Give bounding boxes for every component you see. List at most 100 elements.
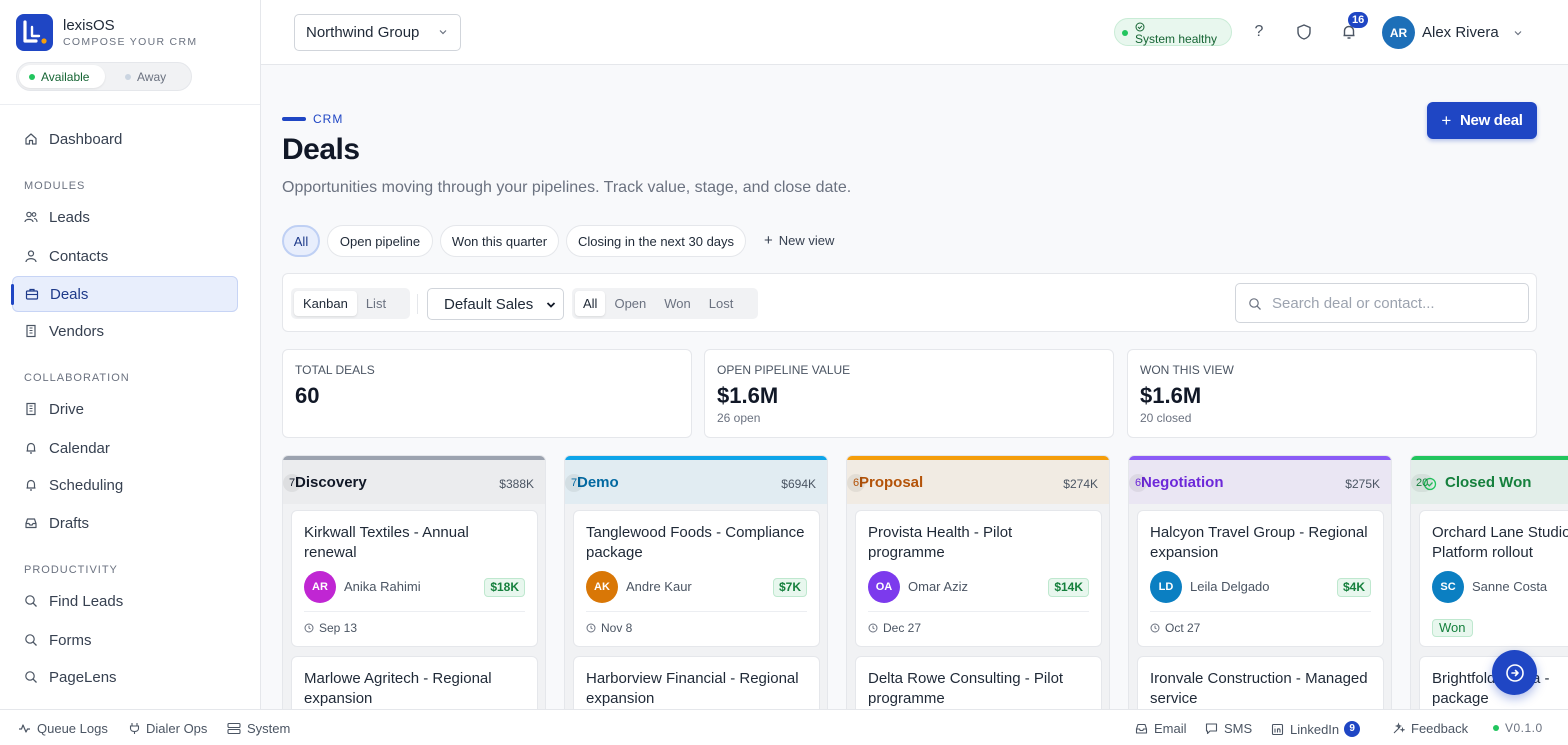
card-divider — [304, 611, 525, 612]
card-divider — [1150, 611, 1371, 612]
page-title: Deals — [282, 133, 360, 166]
sidebar-item-label: Drive — [49, 400, 85, 418]
kanban-column-header[interactable]: Demo 7 $694K — [565, 456, 827, 504]
plus-icon: + — [764, 232, 773, 249]
stat-value: $1.6M — [1140, 383, 1202, 408]
deal-close-date: Sep 13 — [304, 621, 357, 635]
view-chip-closing-30-days[interactable]: Closing in the next 30 days — [566, 225, 746, 257]
layout-list[interactable]: List — [357, 291, 395, 316]
deal-card[interactable]: Orchard Lane Studio - Platform rollout SC… — [1419, 510, 1568, 647]
kanban-column-total: $388K — [499, 477, 534, 491]
deal-card[interactable]: Halcyon Travel Group - Regional expansio… — [1137, 510, 1384, 647]
deal-card[interactable]: Tanglewood Foods - Compliance package AK A… — [573, 510, 820, 647]
sidebar-item-vendors[interactable]: Vendors — [12, 313, 238, 349]
assistant-fab[interactable] — [1492, 650, 1537, 695]
section-label-modules: MODULES — [24, 180, 86, 192]
avatar: OA — [868, 571, 900, 603]
security-button[interactable] — [1294, 22, 1314, 42]
search-placeholder: Search deal or contact... — [1272, 294, 1435, 312]
sidebar-item-deals[interactable]: Deals — [11, 276, 238, 312]
stat-card-total-deals: TOTAL DEALS 60 — [282, 349, 692, 438]
stat-value: 60 — [295, 383, 320, 408]
view-chip-won-this-quarter[interactable]: Won this quarter — [440, 225, 559, 257]
system-health-badge[interactable]: System healthy — [1114, 18, 1232, 46]
org-name: Northwind Group — [306, 24, 420, 41]
footer-sms[interactable]: SMS — [1205, 721, 1252, 736]
kanban-column: Discovery 7 $388K Kirkwall Textiles - Annua… — [282, 455, 546, 715]
status-filter: All Open Won Lost — [572, 288, 758, 319]
footer-label: SMS — [1224, 721, 1253, 736]
status-filter-won[interactable]: Won — [655, 291, 700, 316]
kanban-column: Closed Won 20 Orchard Lane Studio - Platfo… — [1410, 455, 1568, 715]
status-filter-open[interactable]: Open — [605, 291, 655, 316]
toolbar-divider — [417, 294, 418, 314]
view-chip-open-pipeline[interactable]: Open pipeline — [327, 225, 433, 257]
kanban-column-count: 7 — [283, 474, 301, 492]
deal-close-date: Dec 27 — [868, 621, 921, 635]
footer-system[interactable]: System — [227, 721, 290, 736]
sidebar-item-calendar[interactable]: Calendar — [12, 430, 238, 466]
deal-owner: Leila Delgado — [1190, 579, 1270, 594]
kanban-column-header[interactable]: Proposal 6 $274K — [847, 456, 1109, 504]
bell-icon — [24, 478, 38, 492]
deal-close-date-label: Oct 27 — [1165, 621, 1201, 635]
footer-feedback[interactable]: Feedback — [1392, 721, 1468, 736]
chevron-down-icon — [1514, 30, 1522, 35]
help-button[interactable]: ? — [1249, 22, 1269, 42]
org-switcher[interactable]: Northwind Group — [294, 14, 461, 51]
footer-linkedin[interactable]: LinkedIn 9 — [1271, 721, 1361, 737]
sidebar-item-drafts[interactable]: Drafts — [12, 505, 238, 541]
deal-card[interactable]: Provista Health - Pilot programme OA Omar … — [855, 510, 1102, 647]
deal-card[interactable]: Ironvale Construction - Managed service — [1137, 656, 1384, 714]
footer-email[interactable]: Email — [1135, 721, 1187, 736]
new-view-button[interactable]: + New view — [764, 232, 834, 249]
away-dot-icon — [125, 73, 131, 80]
card-divider — [586, 611, 807, 612]
brand[interactable]: lexisOS COMPOSE YOUR CRM — [16, 14, 197, 51]
sidebar-item-leads[interactable]: Leads — [12, 199, 238, 235]
chat-icon — [1505, 663, 1524, 682]
view-chip-all[interactable]: All — [282, 225, 320, 257]
deal-title: Kirkwall Textiles - Annual renewal — [304, 524, 469, 561]
sidebar-item-label: Find Leads — [49, 592, 124, 610]
kanban-column-header[interactable]: Closed Won 20 — [1411, 456, 1568, 504]
sidebar-item-forms[interactable]: Forms — [12, 622, 238, 658]
search-icon — [24, 633, 38, 647]
sidebar-item-pagelens[interactable]: PageLens — [12, 659, 238, 695]
pipeline-select[interactable]: Default Sales — [427, 288, 564, 320]
footer-queue-logs[interactable]: Queue Logs — [18, 721, 108, 736]
deal-card[interactable]: Delta Rowe Consulting - Pilot programme — [855, 656, 1102, 714]
clock-icon — [868, 623, 878, 633]
deal-card[interactable]: Marlowe Agritech - Regional expansion — [291, 656, 538, 714]
kanban-column-count: 6 — [1129, 474, 1147, 492]
sidebar-item-dashboard[interactable]: Dashboard — [12, 121, 238, 157]
inbox-icon — [24, 516, 38, 530]
deal-card[interactable]: Harborview Financial - Regional expansio… — [573, 656, 820, 714]
sidebar-item-contacts[interactable]: Contacts — [12, 238, 238, 274]
section-label-productivity: PRODUCTIVITY — [24, 564, 118, 576]
notification-count-badge: 16 — [1348, 12, 1369, 28]
new-deal-button[interactable]: + New deal — [1427, 102, 1537, 139]
status-filter-lost[interactable]: Lost — [700, 291, 743, 316]
user-menu[interactable]: AR Alex Rivera — [1382, 16, 1523, 49]
kanban-column-header[interactable]: Negotiation 6 $275K — [1129, 456, 1391, 504]
layout-kanban[interactable]: Kanban — [294, 291, 357, 316]
presence-away[interactable]: Away — [105, 65, 176, 88]
deal-card[interactable]: Kirkwall Textiles - Annual renewal AR Anik… — [291, 510, 538, 647]
sidebar-item-find-leads[interactable]: Find Leads — [12, 583, 238, 619]
sidebar-item-scheduling[interactable]: Scheduling — [12, 467, 238, 503]
kanban-column-header[interactable]: Discovery 7 $388K — [283, 456, 545, 504]
search-input[interactable]: Search deal or contact... — [1235, 283, 1529, 323]
deal-title: Ironvale Construction - Managed service — [1150, 670, 1368, 707]
presence-available-label: Available — [41, 69, 90, 84]
status-filter-all[interactable]: All — [575, 291, 606, 316]
sidebar-item-label: Calendar — [49, 439, 110, 457]
server-icon — [227, 722, 241, 735]
sidebar-item-label: PageLens — [49, 668, 117, 686]
sidebar-item-label: Contacts — [49, 247, 109, 265]
kanban-column-title: Demo — [577, 474, 619, 491]
presence-available[interactable]: Available — [19, 65, 105, 88]
footer-label: Feedback — [1411, 721, 1469, 736]
footer-dialer-ops[interactable]: Dialer Ops — [129, 721, 207, 736]
sidebar-item-drive[interactable]: Drive — [12, 391, 238, 427]
